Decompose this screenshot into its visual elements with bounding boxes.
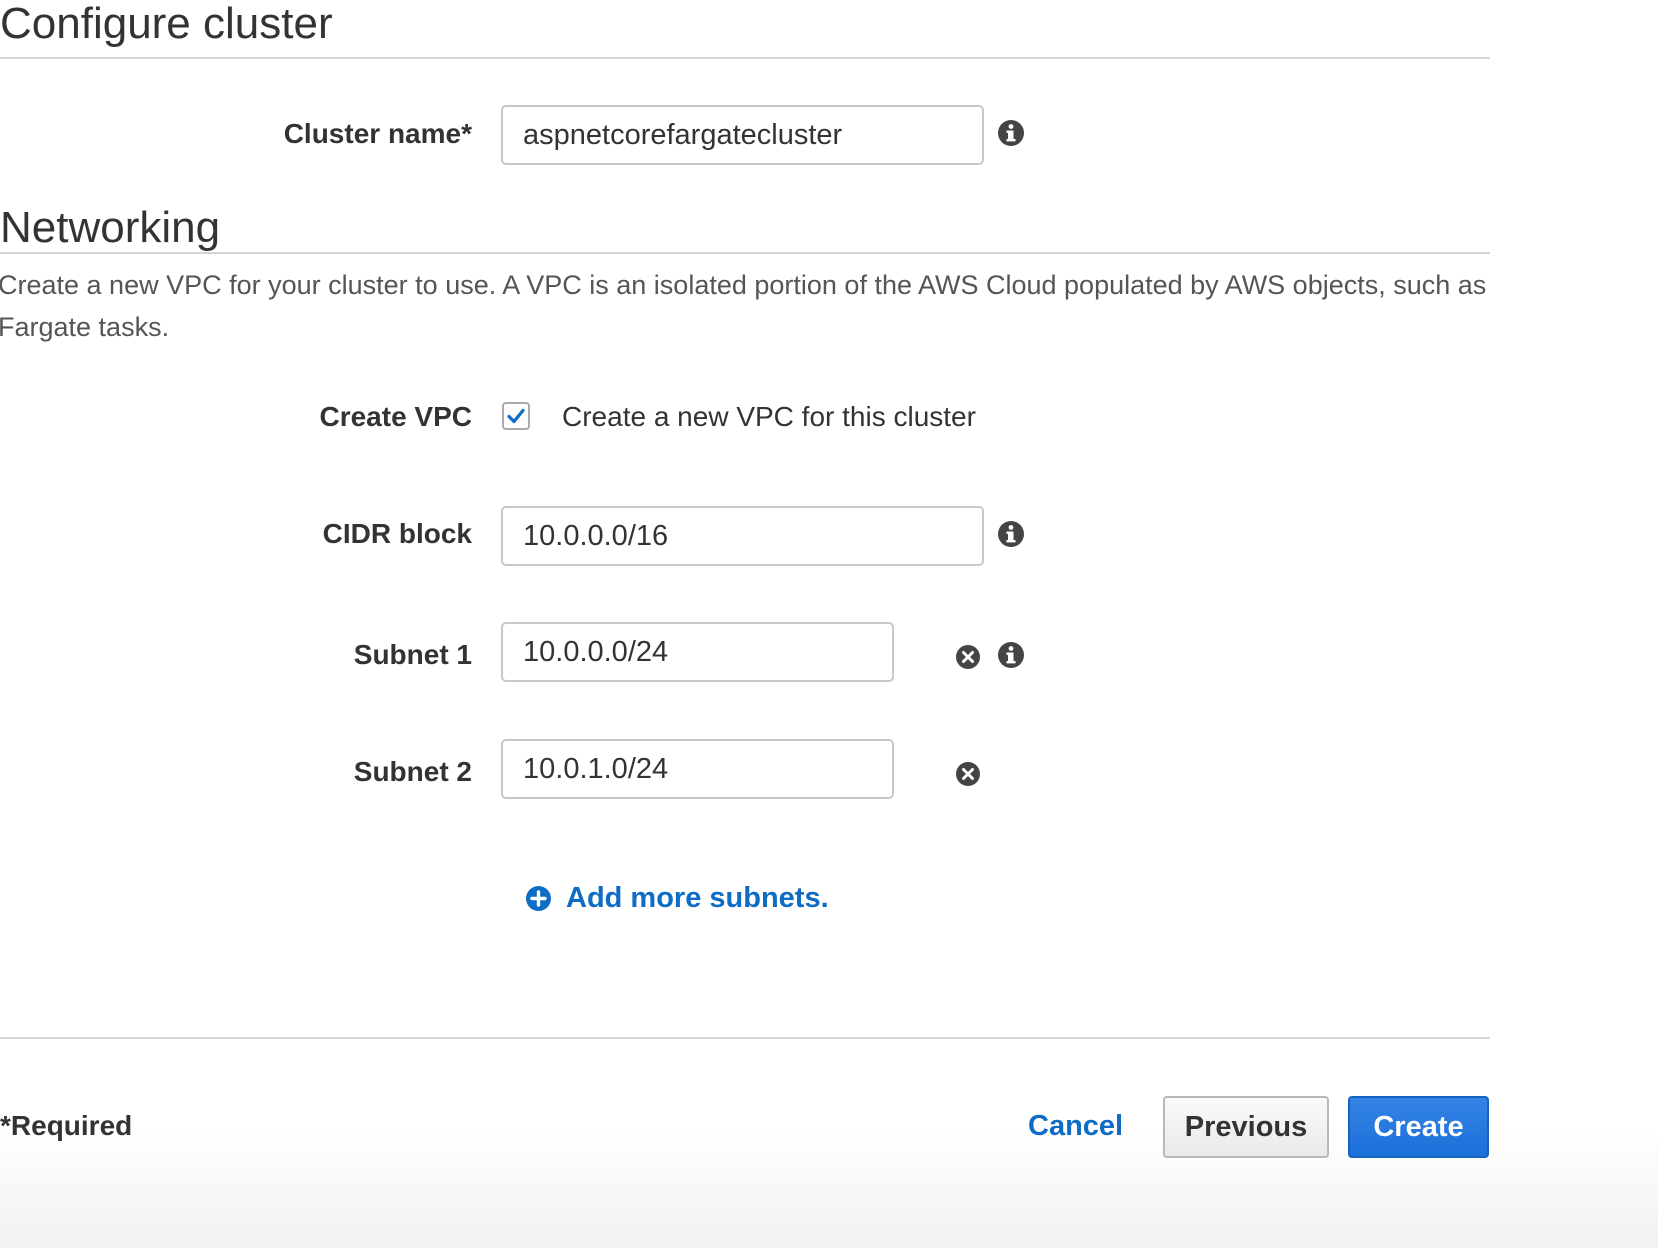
remove-circle-icon[interactable] [955, 761, 981, 787]
create-vpc-text: Create a new VPC for this cluster [562, 401, 976, 432]
subnet-2-input[interactable] [501, 739, 894, 799]
cluster-name-label: Cluster name* [283, 118, 472, 149]
plus-circle-icon [526, 886, 551, 911]
previous-button-label: Previous [1184, 1110, 1308, 1143]
remove-circle-icon[interactable] [955, 644, 981, 670]
create-vpc-checkbox[interactable] [502, 402, 530, 430]
info-icon[interactable] [997, 520, 1025, 548]
networking-title: Networking [0, 203, 221, 252]
subnet-1-input[interactable] [501, 622, 894, 682]
create-button-label: Create [1373, 1110, 1464, 1143]
check-icon [507, 408, 525, 424]
page-title: Configure cluster [0, 0, 333, 48]
subnet-2-label: Subnet 2 [353, 756, 472, 787]
networking-description: Create a new VPC for your cluster to use… [0, 270, 1487, 342]
add-subnets-label: Add more subnets. [566, 882, 829, 914]
add-subnets-link[interactable]: Add more subnets. [525, 882, 829, 915]
previous-button[interactable]: Previous [1163, 1096, 1329, 1158]
footer-divider [0, 1037, 1490, 1039]
cidr-block-label: CIDR block [322, 518, 472, 549]
cancel-button[interactable]: Cancel [1028, 1110, 1123, 1143]
subnet-1-label: Subnet 1 [353, 639, 472, 670]
create-button[interactable]: Create [1348, 1096, 1489, 1158]
required-note: *Required [0, 1110, 133, 1141]
cluster-name-input[interactable] [501, 105, 984, 165]
info-icon[interactable] [997, 641, 1025, 669]
create-vpc-label: Create VPC [319, 401, 472, 432]
info-icon[interactable] [997, 119, 1025, 147]
networking-divider [0, 252, 1490, 254]
cidr-block-input[interactable] [501, 506, 984, 566]
title-divider [0, 57, 1490, 59]
